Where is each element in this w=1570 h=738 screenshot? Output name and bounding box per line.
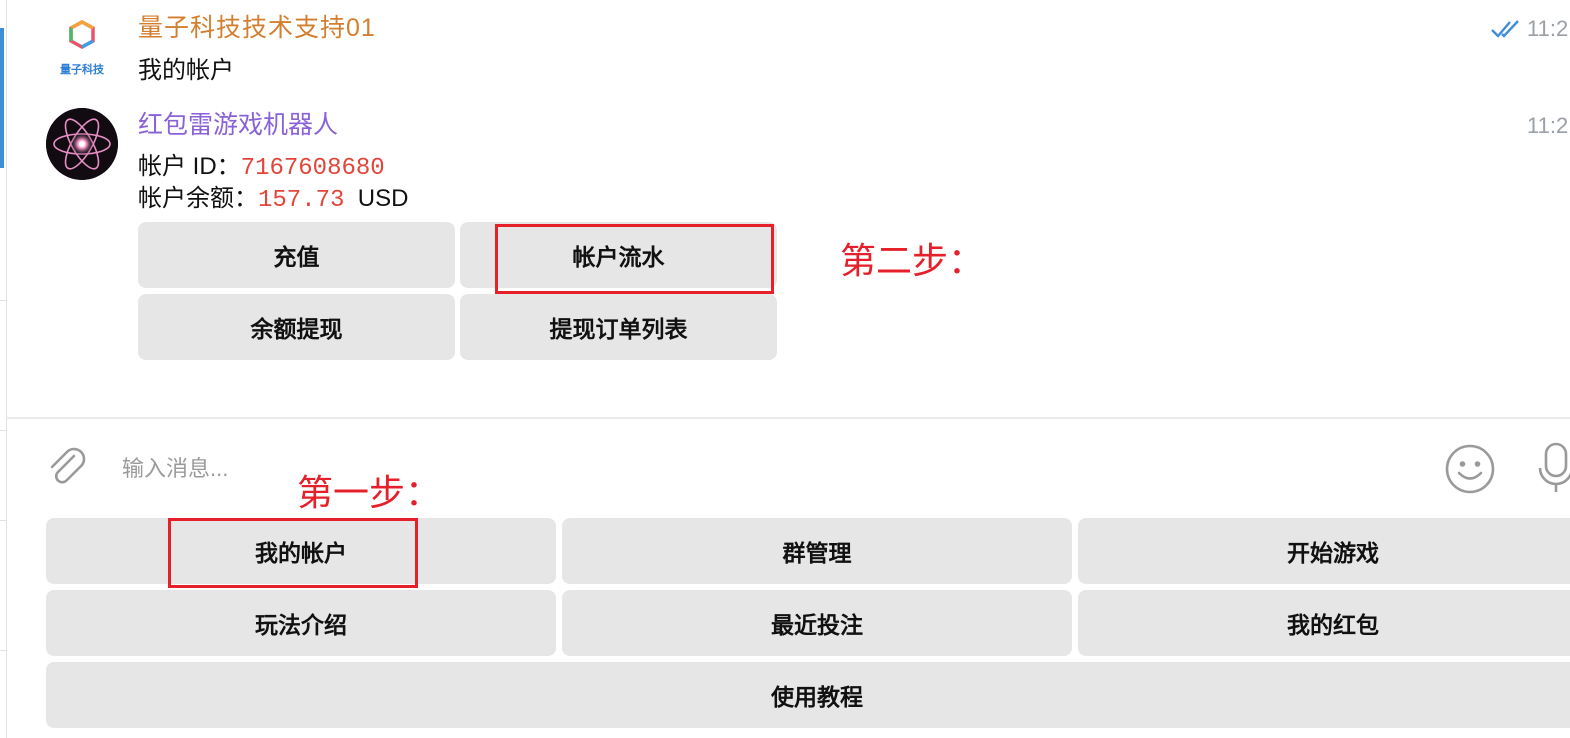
message-time: 11:2 — [1527, 16, 1569, 41]
keyboard-button-recent-bets[interactable]: 最近投注 — [562, 590, 1072, 656]
smiley-icon[interactable] — [1444, 443, 1496, 495]
chat-list-edge — [0, 0, 7, 738]
chat-list-separator — [0, 520, 6, 521]
account-id-label: 帐户 ID： — [138, 153, 241, 180]
inline-button-withdraw[interactable]: 余额提现 — [138, 294, 455, 360]
composer-divider — [6, 417, 1570, 419]
microphone-icon[interactable] — [1538, 440, 1570, 496]
avatar-bot[interactable] — [46, 108, 118, 180]
message-text: 我的帐户 — [138, 57, 234, 84]
active-chat-indicator — [0, 28, 4, 168]
account-id-line: 帐户 ID：7167608680 — [138, 146, 385, 182]
balance-value: 157.73 — [258, 187, 345, 214]
atom-icon — [46, 108, 118, 180]
step1-annotation: 第一步： — [297, 472, 442, 513]
keyboard-button-how-to-play[interactable]: 玩法介绍 — [46, 590, 556, 656]
chat-window: 量子科技 量子科技技术支持01 我的帐户 11:2 红包雷游戏机器人 11:2 — [0, 0, 1570, 738]
balance-currency: USD — [357, 185, 409, 212]
double-check-icon — [1491, 20, 1519, 38]
chat-list-separator — [0, 430, 6, 431]
chat-list-separator — [0, 650, 6, 651]
sender-name[interactable]: 红包雷游戏机器人 — [138, 110, 338, 140]
inline-button-account-flow[interactable]: 帐户流水 — [460, 222, 777, 288]
message-time: 11:2 — [1527, 113, 1569, 138]
paperclip-icon[interactable] — [44, 444, 90, 490]
chat-list-separator — [0, 300, 6, 301]
keyboard-button-my-account[interactable]: 我的帐户 — [46, 518, 556, 584]
balance-line: 帐户余额：157.73 USD — [138, 178, 408, 214]
keyboard-button-tutorial[interactable]: 使用教程 — [46, 662, 1570, 728]
balance-label: 帐户余额： — [138, 185, 258, 212]
step2-annotation: 第二步： — [840, 240, 985, 281]
logo-text: 量子科技 — [60, 62, 105, 76]
inline-button-recharge[interactable]: 充值 — [138, 222, 455, 288]
avatar-support[interactable]: 量子科技 — [46, 12, 118, 84]
inline-button-withdraw-orders[interactable]: 提现订单列表 — [460, 294, 777, 360]
sender-name[interactable]: 量子科技技术支持01 — [138, 13, 376, 43]
keyboard-button-start-game[interactable]: 开始游戏 — [1078, 518, 1570, 584]
quantum-logo-icon: 量子科技 — [60, 20, 105, 76]
keyboard-button-group-manage[interactable]: 群管理 — [562, 518, 1072, 584]
keyboard-button-my-red-packets[interactable]: 我的红包 — [1078, 590, 1570, 656]
